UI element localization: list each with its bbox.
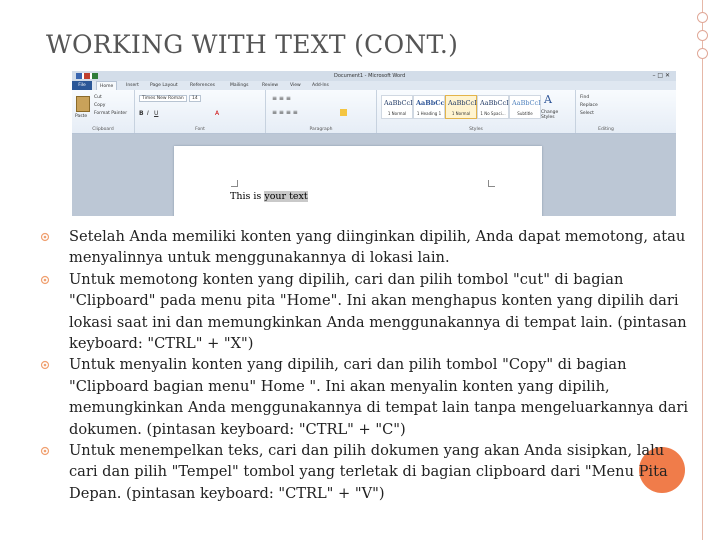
word-screenshot: Document1 - Microsoft Word – □ ✕ File Ho…	[72, 71, 676, 216]
word-title-bar: Document1 - Microsoft Word – □ ✕	[72, 71, 676, 81]
editing-group: Find Replace Select Editing	[576, 90, 636, 133]
cut-button[interactable]: Cut	[94, 95, 102, 100]
bullet-item: Setelah Anda memiliki konten yang diingi…	[40, 226, 690, 269]
find-button[interactable]: Find	[580, 95, 589, 100]
bullet-list: Setelah Anda memiliki konten yang diingi…	[40, 226, 690, 504]
decorative-dot	[697, 12, 708, 23]
paste-button[interactable]: Paste	[75, 114, 87, 119]
ribbon-home: Paste Cut Copy Format Painter Clipboard …	[72, 90, 676, 134]
editing-group-label: Editing	[598, 127, 614, 132]
document-page[interactable]: This is your text	[174, 146, 542, 216]
bullet-marker-icon	[40, 446, 50, 456]
tab-page-layout[interactable]: Page Layout	[150, 83, 178, 88]
change-styles-icon[interactable]: A	[544, 93, 552, 106]
replace-button[interactable]: Replace	[580, 103, 598, 108]
italic-icon[interactable]: I	[147, 110, 149, 117]
bullets-icon[interactable]: ≡ ≡ ≡	[272, 95, 291, 102]
font-size-select[interactable]: 14	[189, 95, 201, 102]
font-group: Times New Roman 14 B I U A Font	[135, 90, 266, 133]
font-color-icon[interactable]: A	[215, 110, 219, 117]
bullet-item: Untuk menempelkan teks, cari dan pilih d…	[40, 440, 690, 504]
font-group-label: Font	[195, 127, 205, 132]
paste-icon[interactable]	[76, 96, 90, 112]
tab-references[interactable]: References	[190, 83, 215, 88]
bullet-text: Untuk memotong konten yang dipilih, cari…	[69, 270, 687, 353]
style-normal-selected[interactable]: AaBbCcI 1 Normal	[445, 95, 477, 119]
style-subtitle[interactable]: AaBbCcI Subtitle	[509, 95, 541, 119]
ribbon-tabs: File Home Insert Page Layout References …	[72, 81, 676, 91]
slide-title: WORKING WITH TEXT (CONT.)	[46, 30, 459, 59]
document-text[interactable]: This is your text	[230, 191, 308, 202]
bullet-marker-icon	[40, 275, 50, 284]
format-painter-button[interactable]: Format Painter	[94, 111, 127, 116]
bullet-marker-icon	[40, 361, 50, 370]
style-heading-1[interactable]: AaBbCc 1 Heading 1	[413, 95, 445, 119]
document-area: This is your text	[72, 134, 676, 216]
clipboard-group-label: Clipboard	[92, 127, 114, 132]
document-text-selected[interactable]: your text	[264, 191, 308, 202]
bullet-text: Untuk menempelkan teks, cari dan pilih d…	[69, 442, 668, 502]
quick-access-toolbar[interactable]	[76, 73, 116, 79]
decorative-dot	[697, 48, 708, 59]
paragraph-group: ≡ ≡ ≡ ≡ ≡ ≡ ≡ Paragraph	[266, 90, 377, 133]
underline-icon[interactable]: U	[154, 110, 158, 117]
clipboard-group: Paste Cut Copy Format Painter Clipboard	[72, 90, 135, 133]
word-window-title: Document1 - Microsoft Word	[334, 73, 406, 79]
bullet-marker-icon	[40, 232, 50, 242]
change-styles-button[interactable]: Change Styles	[541, 110, 569, 120]
style-no-spacing[interactable]: AaBbCcI 1 No Spaci...	[477, 95, 509, 119]
tab-review[interactable]: Review	[262, 83, 278, 88]
tab-view[interactable]: View	[290, 83, 301, 88]
align-left-selected-icon[interactable]	[340, 109, 347, 116]
styles-group: AaBbCcI 1 Normal AaBbCc 1 Heading 1 AaBb…	[377, 90, 576, 133]
select-button[interactable]: Select	[580, 111, 594, 116]
styles-group-label: Styles	[469, 127, 483, 132]
bullet-item: Untuk menyalin konten yang dipilih, cari…	[40, 354, 690, 440]
decorative-dot	[697, 30, 708, 41]
tab-file[interactable]: File	[72, 81, 92, 90]
tab-add-ins[interactable]: Add-Ins	[312, 83, 329, 88]
align-icons[interactable]: ≡ ≡ ≡ ≡	[272, 109, 298, 116]
document-text-plain: This is	[230, 191, 265, 202]
tab-mailings[interactable]: Mailings	[230, 83, 248, 88]
decorative-border-line	[702, 0, 703, 540]
font-name-select[interactable]: Times New Roman	[139, 95, 187, 102]
paragraph-group-label: Paragraph	[309, 127, 333, 132]
bullet-text: Untuk menyalin konten yang dipilih, cari…	[69, 356, 689, 438]
bold-icon[interactable]: B	[139, 110, 144, 117]
bullet-item: Untuk memotong konten yang dipilih, cari…	[40, 269, 690, 355]
tab-insert[interactable]: Insert	[126, 83, 139, 88]
margin-corner-mark	[488, 180, 495, 187]
copy-button[interactable]: Copy	[94, 103, 105, 108]
style-normal[interactable]: AaBbCcI 1 Normal	[381, 95, 413, 119]
window-controls-icon[interactable]: – □ ✕	[652, 72, 670, 79]
bullet-text: Setelah Anda memiliki konten yang diingi…	[69, 228, 686, 267]
margin-corner-mark	[231, 180, 238, 187]
